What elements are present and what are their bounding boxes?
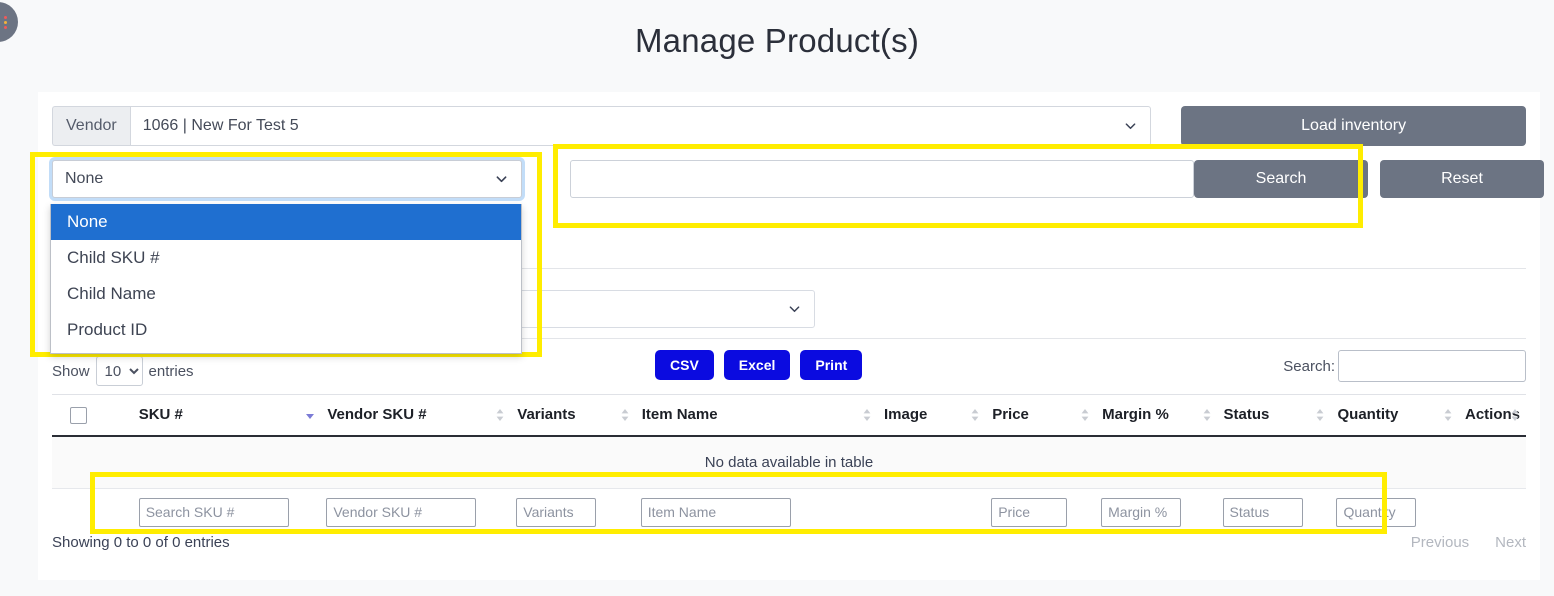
filter-variants-input[interactable]: [516, 498, 596, 527]
table-foot-filters: [52, 488, 1526, 536]
vendor-label: Vendor: [52, 106, 130, 146]
pagination: Previous Next: [1411, 534, 1526, 551]
export-buttons: CSV Excel Print: [655, 350, 862, 380]
attribute-select-value: None: [65, 170, 103, 188]
print-button[interactable]: Print: [800, 350, 862, 380]
table-search-input[interactable]: [1338, 350, 1526, 382]
column-label-image: Image: [884, 406, 927, 423]
filter-margin-input[interactable]: [1101, 498, 1181, 527]
filter-status-input[interactable]: [1223, 498, 1303, 527]
column-price[interactable]: Price: [986, 395, 1096, 436]
empty-message: No data available in table: [52, 436, 1526, 489]
column-label-sku: SKU #: [139, 406, 183, 423]
footer-cell-sku: [115, 488, 322, 536]
filter-item-name-input[interactable]: [641, 498, 791, 527]
sort-both-icon: [620, 408, 630, 422]
table-header-row: SKU # Vendor SKU # Variants: [52, 395, 1526, 436]
column-label-status: Status: [1224, 406, 1270, 423]
table-info: Showing 0 to 0 of 0 entries: [52, 534, 230, 551]
column-label-margin: Margin %: [1102, 406, 1169, 423]
footer-cell-vendor-sku: [321, 488, 511, 536]
search-row: None Search Reset: [52, 160, 1526, 200]
column-margin[interactable]: Margin %: [1096, 395, 1217, 436]
attribute-select-options[interactable]: None Child SKU # Child Name Product ID: [50, 204, 522, 354]
sort-both-icon: [970, 408, 980, 422]
column-sku[interactable]: SKU #: [115, 395, 322, 436]
vendor-row: Vendor 1066 | New For Test 5 Load invent…: [52, 106, 1526, 148]
page-length-control: Show 10 entries: [52, 356, 194, 386]
page-length-select[interactable]: 10: [96, 356, 143, 386]
column-status[interactable]: Status: [1218, 395, 1332, 436]
page-title: Manage Product(s): [0, 22, 1554, 60]
footer-cell-variants: [511, 488, 635, 536]
secondary-select[interactable]: [510, 290, 815, 328]
column-label-quantity: Quantity: [1337, 406, 1398, 423]
chevron-down-icon: [789, 304, 800, 315]
column-item-name[interactable]: Item Name: [636, 395, 878, 436]
table-search-control: Search:: [1283, 350, 1526, 382]
column-vendor-sku[interactable]: Vendor SKU #: [321, 395, 511, 436]
chevron-down-icon: [1125, 121, 1136, 132]
datatable-controls: Show 10 entries CSV Excel Print Search:: [52, 348, 1526, 394]
filter-vendor-sku-input[interactable]: [326, 498, 476, 527]
products-table: SKU # Vendor SKU # Variants: [52, 394, 1526, 536]
column-actions[interactable]: Actions: [1459, 395, 1526, 436]
load-inventory-button[interactable]: Load inventory: [1181, 106, 1526, 146]
select-all-checkbox[interactable]: [70, 407, 87, 424]
datatable-footer: Showing 0 to 0 of 0 entries Previous Nex…: [52, 534, 1526, 568]
attribute-option-none[interactable]: None: [51, 204, 521, 240]
column-label-item-name: Item Name: [642, 406, 718, 423]
sort-both-icon: [862, 408, 872, 422]
reset-button[interactable]: Reset: [1380, 160, 1544, 198]
vendor-select[interactable]: 1066 | New For Test 5: [130, 106, 1152, 146]
sort-both-icon: [1315, 408, 1325, 422]
footer-cell-quantity: [1331, 488, 1459, 536]
page-length-suffix: entries: [149, 363, 194, 380]
sort-both-icon: [1080, 408, 1090, 422]
table-search-label: Search:: [1283, 358, 1335, 375]
sort-desc-icon: [305, 408, 315, 422]
footer-cell-actions: [1459, 488, 1526, 536]
attribute-option-child-name[interactable]: Child Name: [51, 276, 521, 312]
filter-price-input[interactable]: [991, 498, 1067, 527]
sort-both-icon: [1202, 408, 1212, 422]
footer-cell-select: [52, 488, 115, 536]
chevron-down-icon: [496, 174, 507, 185]
search-input[interactable]: [570, 160, 1194, 198]
sort-both-icon: [495, 408, 505, 422]
vendor-input-group: Vendor 1066 | New For Test 5: [52, 106, 1151, 146]
filter-sku-input[interactable]: [139, 498, 289, 527]
pagination-previous[interactable]: Previous: [1411, 534, 1469, 551]
column-image[interactable]: Image: [878, 395, 986, 436]
sort-both-icon: [1443, 408, 1453, 422]
filter-quantity-input[interactable]: [1336, 498, 1416, 527]
footer-filter-row: [52, 488, 1526, 536]
export-csv-button[interactable]: CSV: [655, 350, 714, 380]
column-label-price: Price: [992, 406, 1029, 423]
footer-cell-item-name: [636, 488, 878, 536]
search-button[interactable]: Search: [1194, 160, 1368, 198]
column-label-variants: Variants: [517, 406, 575, 423]
footer-cell-price: [986, 488, 1096, 536]
column-quantity[interactable]: Quantity: [1331, 395, 1459, 436]
footer-cell-margin: [1096, 488, 1217, 536]
attribute-select[interactable]: None: [52, 160, 522, 198]
table-empty-row: No data available in table: [52, 436, 1526, 489]
table-body: No data available in table: [52, 436, 1526, 489]
footer-cell-status: [1218, 488, 1332, 536]
export-excel-button[interactable]: Excel: [724, 350, 791, 380]
page-length-prefix: Show: [52, 363, 90, 380]
attribute-option-child-sku[interactable]: Child SKU #: [51, 240, 521, 276]
sort-both-icon: [1510, 408, 1520, 422]
column-variants[interactable]: Variants: [511, 395, 635, 436]
table-head: SKU # Vendor SKU # Variants: [52, 395, 1526, 436]
column-label-vendor-sku: Vendor SKU #: [327, 406, 426, 423]
column-select-all[interactable]: [52, 395, 115, 436]
attribute-option-product-id[interactable]: Product ID: [51, 312, 521, 348]
pagination-next[interactable]: Next: [1495, 534, 1526, 551]
footer-cell-image: [878, 488, 986, 536]
vendor-select-value: 1066 | New For Test 5: [143, 117, 299, 135]
